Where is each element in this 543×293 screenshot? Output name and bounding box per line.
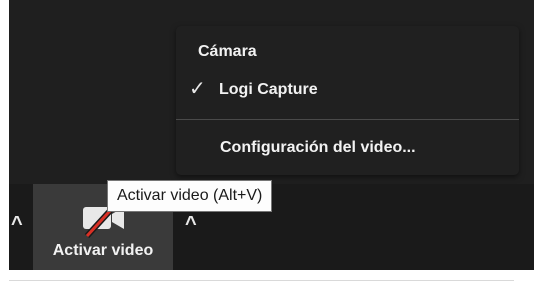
- video-settings-menu-item[interactable]: Configuración del video...: [220, 139, 416, 157]
- video-options-chevron-icon[interactable]: ^: [185, 214, 197, 234]
- start-video-tooltip: Activar video (Alt+V): [107, 180, 273, 212]
- bottom-divider: [9, 280, 514, 281]
- menu-divider: [176, 119, 519, 120]
- camera-menu-heading: Cámara: [198, 43, 257, 60]
- camera-item-label: Logi Capture: [219, 81, 318, 98]
- audio-options-chevron-icon[interactable]: ^: [11, 214, 23, 234]
- camera-item-logi-capture[interactable]: ✓ Logi Capture: [186, 78, 506, 106]
- camera-options-menu: Cámara ✓ Logi Capture Configuración del …: [176, 26, 519, 175]
- bottom-panel: [9, 270, 534, 293]
- check-icon: ✓: [189, 78, 206, 100]
- start-video-label: Activar video: [52, 242, 154, 259]
